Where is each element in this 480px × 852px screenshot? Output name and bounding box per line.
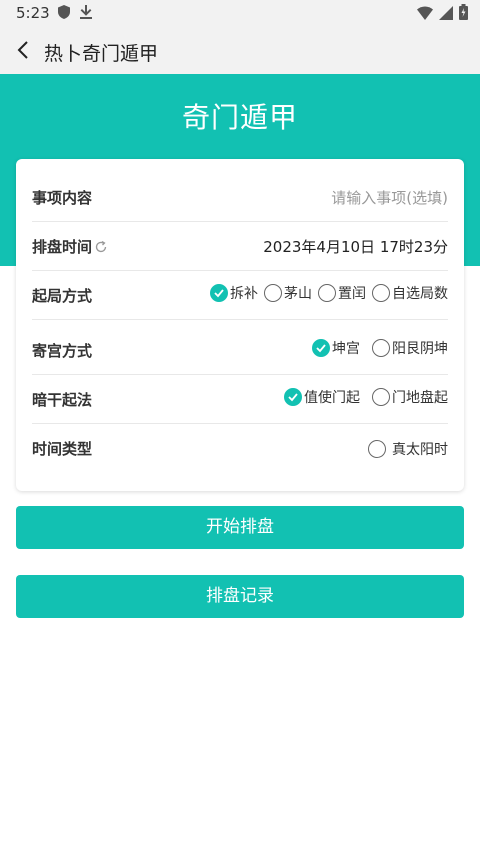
time-row[interactable]: 排盘时间 2023年4月10日 17时23分 (32, 222, 448, 271)
option-chaibu[interactable]: 拆补 (210, 283, 258, 303)
shield-icon (58, 5, 70, 23)
time-type-options: 真太阳时 (362, 439, 448, 459)
download-icon (80, 5, 92, 23)
app-bar: 热卜奇门遁甲 (0, 28, 480, 74)
hidden-stem-options: 值使门起 门地盘起 (278, 387, 448, 407)
option-label: 自选局数 (392, 286, 448, 302)
radio-unchecked-icon[interactable] (372, 284, 390, 302)
battery-icon (459, 4, 468, 24)
radio-checked-icon[interactable] (210, 284, 228, 302)
event-row[interactable]: 事项内容 请输入事项(选填) (32, 173, 448, 222)
time-type-row: 时间类型 真太阳时 (32, 424, 448, 473)
start-method-row: 起局方式 拆补 茅山 置闰 自选局数 (32, 271, 448, 320)
wifi-icon (417, 5, 433, 24)
app-title: 热卜奇门遁甲 (44, 43, 159, 65)
option-label: 门地盘起 (392, 390, 448, 406)
status-time: 5:23 (16, 4, 50, 22)
palace-method-label: 寄宫方式 (32, 342, 93, 360)
option-label: 茅山 (284, 286, 312, 302)
page-title: 奇门遁甲 (181, 101, 298, 134)
radio-unchecked-icon[interactable] (372, 388, 390, 406)
status-bar: 5:23 (0, 0, 480, 28)
status-icons (417, 4, 468, 24)
radio-unchecked-icon[interactable] (372, 339, 390, 357)
option-true-solar[interactable]: 真太阳时 (368, 439, 448, 459)
option-label: 阳艮阴坤 (392, 341, 448, 357)
chart-records-button[interactable]: 排盘记录 (16, 575, 464, 618)
option-maoshan[interactable]: 茅山 (264, 283, 312, 303)
option-custom[interactable]: 自选局数 (372, 283, 448, 303)
refresh-icon[interactable] (94, 240, 108, 254)
event-label: 事项内容 (32, 189, 93, 207)
radio-checked-icon[interactable] (284, 388, 302, 406)
option-label: 置闰 (338, 286, 366, 302)
radio-unchecked-icon[interactable] (318, 284, 336, 302)
signal-icon (439, 5, 453, 24)
hidden-stem-label: 暗干起法 (32, 391, 93, 409)
radio-unchecked-icon[interactable] (264, 284, 282, 302)
start-chart-button[interactable]: 开始排盘 (16, 506, 464, 549)
option-label: 坤宫 (332, 341, 360, 357)
option-yanggen[interactable]: 阳艮阴坤 (372, 338, 448, 358)
radio-checked-icon[interactable] (312, 339, 330, 357)
start-method-label: 起局方式 (32, 287, 93, 305)
option-label: 值使门起 (304, 390, 360, 406)
option-kungong[interactable]: 坤宫 (312, 338, 360, 358)
option-zhirun[interactable]: 置闰 (318, 283, 366, 303)
radio-unchecked-icon[interactable] (368, 440, 386, 458)
hidden-stem-row: 暗干起法 值使门起 门地盘起 (32, 375, 448, 424)
time-value[interactable]: 2023年4月10日 17时23分 (263, 236, 448, 257)
time-label-text: 排盘时间 (32, 238, 93, 256)
time-type-label: 时间类型 (32, 440, 93, 458)
option-mendi[interactable]: 门地盘起 (372, 387, 448, 407)
option-zhishi[interactable]: 值使门起 (284, 387, 360, 407)
start-method-options: 拆补 茅山 置闰 自选局数 (204, 283, 448, 303)
option-label: 真太阳时 (392, 442, 448, 458)
palace-method-row: 寄宫方式 坤宫 阳艮阴坤 (32, 320, 448, 375)
event-input[interactable]: 请输入事项(选填) (331, 187, 448, 208)
time-label: 排盘时间 (32, 236, 108, 257)
palace-method-options: 坤宫 阳艮阴坤 (306, 338, 448, 358)
form-card: 事项内容 请输入事项(选填) 排盘时间 2023年4月10日 17时23分 起局… (16, 159, 464, 491)
back-arrow-icon[interactable] (12, 38, 36, 62)
option-label: 拆补 (230, 286, 258, 302)
